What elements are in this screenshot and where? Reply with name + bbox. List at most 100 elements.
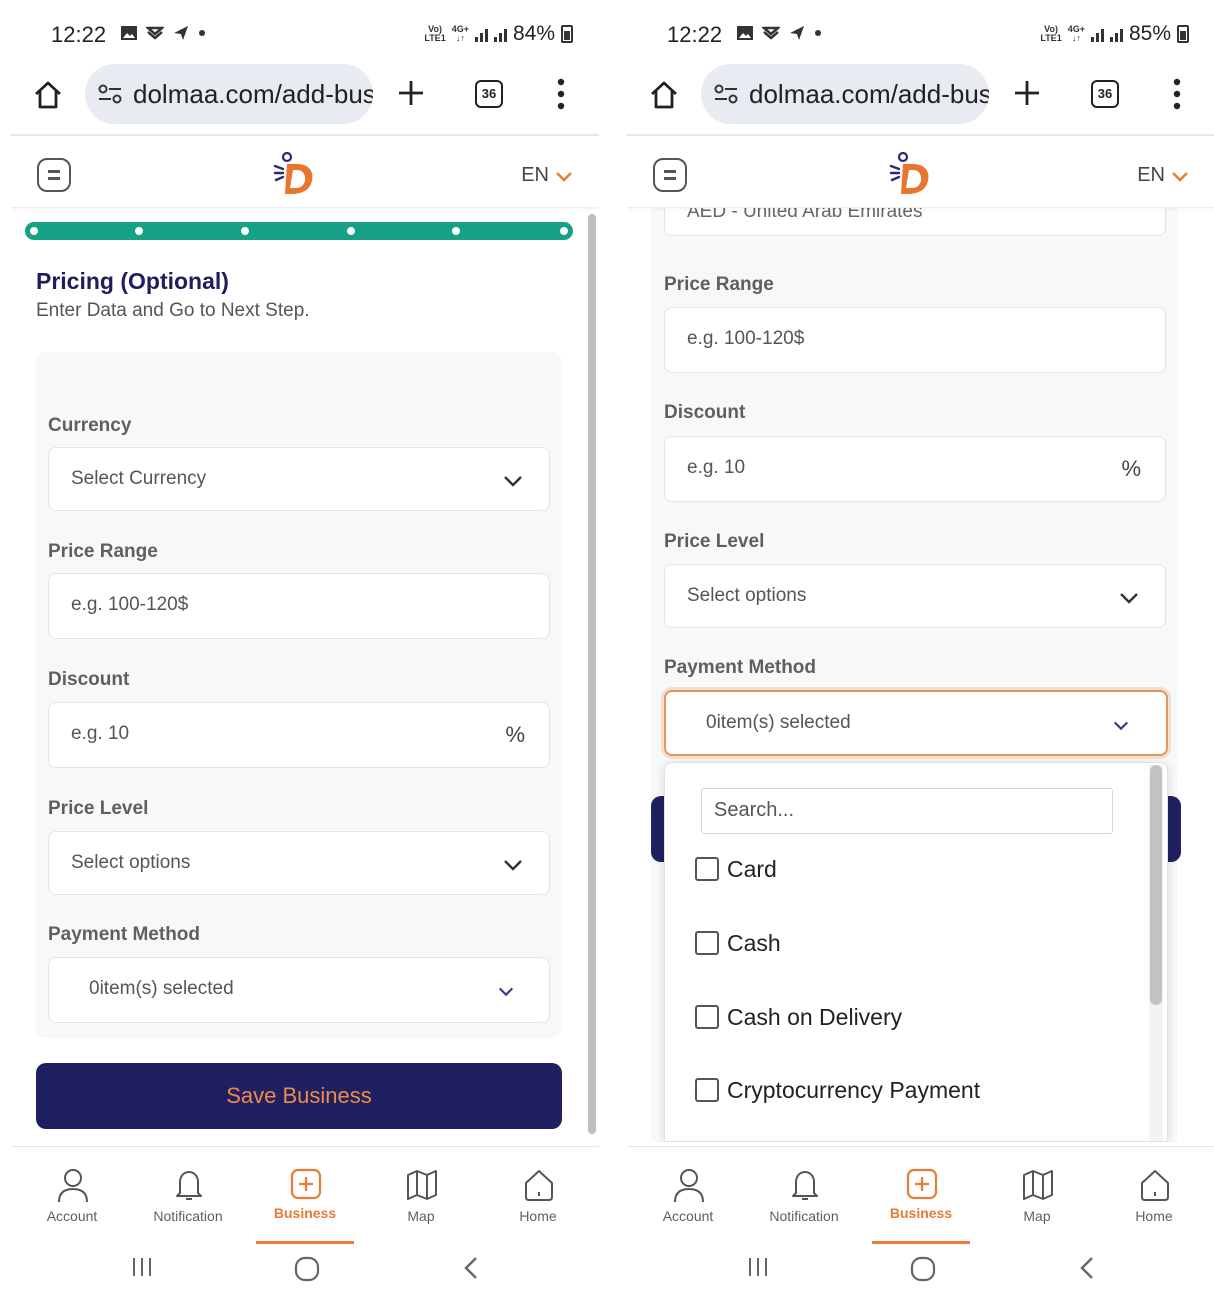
price-range-input[interactable]: e.g. 100-120$ <box>664 307 1166 373</box>
add-business-icon <box>906 1168 938 1200</box>
language-label: EN <box>1137 164 1165 186</box>
option-cryptocurrency[interactable]: Cryptocurrency Payment <box>695 1075 980 1105</box>
payment-method-select[interactable]: 0item(s) selected <box>664 690 1168 756</box>
dot-icon <box>199 30 205 36</box>
home-icon <box>1141 1170 1169 1201</box>
discount-input[interactable]: e.g. 10 % <box>48 702 550 768</box>
new-tab-icon[interactable] <box>396 78 426 108</box>
nav-notification[interactable]: Notification <box>754 1147 854 1243</box>
nav-business[interactable]: Business <box>871 1147 971 1244</box>
status-right: Vo) LTE1 4G+ ↓↑ 84% <box>424 22 573 46</box>
payment-method-select[interactable]: 0item(s) selected <box>48 957 550 1023</box>
home-button-icon[interactable] <box>910 1256 936 1282</box>
currency-select[interactable]: Select Currency <box>48 447 550 511</box>
step-subtitle: Enter Data and Go to Next Step. <box>36 300 310 321</box>
nav-label: Account <box>662 1208 714 1224</box>
price-range-input[interactable]: e.g. 100-120$ <box>48 573 550 639</box>
chevron-down-icon <box>504 476 522 487</box>
discount-input[interactable]: e.g. 10 % <box>664 436 1166 502</box>
discount-placeholder: e.g. 10 <box>71 723 130 744</box>
phone-screen-right: 12:22 Vo) LTE1 4G+ ↓↑ 85% dolmaa.com/add-b… <box>627 10 1214 1291</box>
nav-home[interactable]: Home <box>1104 1147 1204 1243</box>
step-title: Pricing (Optional) <box>36 268 229 294</box>
more-menu-icon[interactable] <box>1172 78 1182 110</box>
currency-value: Select Currency <box>71 468 207 489</box>
phone-screen-left: 12:22 Vo) LTE1 4G+ ↓↑ 84% dolmaa.com/add-b… <box>11 10 599 1291</box>
discount-placeholder: e.g. 10 <box>687 457 746 478</box>
gallery-icon <box>121 26 137 40</box>
tab-switcher-button[interactable]: 36 <box>1091 80 1119 108</box>
currency-select[interactable]: AED - United Arab Emirates <box>664 208 1166 236</box>
app-header: EN <box>627 136 1214 208</box>
checkbox[interactable] <box>695 1005 719 1029</box>
status-notification-icons <box>736 24 822 42</box>
nav-label: Map <box>407 1208 435 1224</box>
nav-account[interactable]: Account <box>638 1147 738 1243</box>
language-selector[interactable]: EN <box>521 164 573 187</box>
status-time: 12:22 <box>51 22 107 47</box>
nav-business[interactable]: Business <box>255 1147 355 1244</box>
address-bar[interactable]: dolmaa.com/add-bus <box>701 64 989 124</box>
option-card[interactable]: Card <box>695 854 777 884</box>
nav-label: Business <box>273 1205 337 1221</box>
new-tab-icon[interactable] <box>1012 78 1042 108</box>
currency-value: AED - United Arab Emirates <box>687 208 923 222</box>
checkbox[interactable] <box>695 1078 719 1102</box>
map-icon <box>407 1170 437 1200</box>
active-indicator <box>872 1241 970 1244</box>
more-menu-icon[interactable] <box>556 78 566 110</box>
option-label: Card <box>727 855 777 882</box>
recents-icon[interactable] <box>747 1256 769 1278</box>
nav-label: Home <box>519 1208 557 1224</box>
nav-notification[interactable]: Notification <box>138 1147 238 1243</box>
price-range-label: Price Range <box>664 274 774 295</box>
tab-switcher-button[interactable]: 36 <box>475 80 503 108</box>
address-bar[interactable]: dolmaa.com/add-bus <box>85 64 373 124</box>
price-range-placeholder: e.g. 100-120$ <box>71 594 189 615</box>
send-icon <box>174 26 188 40</box>
scrollbar[interactable] <box>588 214 596 1134</box>
price-level-value: Select options <box>71 852 191 873</box>
menu-icon[interactable] <box>37 158 71 192</box>
home-button-icon[interactable] <box>294 1256 320 1282</box>
dolmaa-logo[interactable] <box>273 150 317 196</box>
back-icon[interactable] <box>1078 1256 1096 1280</box>
nav-label: Business <box>889 1205 953 1221</box>
4g-icon: 4G+ ↓↑ <box>1067 24 1085 43</box>
back-icon[interactable] <box>462 1256 480 1280</box>
account-icon <box>58 1169 88 1203</box>
price-level-select[interactable]: Select options <box>664 564 1166 628</box>
chevron-down-icon <box>1113 721 1129 731</box>
recents-icon[interactable] <box>131 1256 153 1278</box>
option-cash[interactable]: Cash <box>695 928 781 958</box>
payment-method-value: 0item(s) selected <box>706 712 851 733</box>
nav-home[interactable]: Home <box>488 1147 588 1243</box>
checkbox[interactable] <box>695 931 719 955</box>
nav-map[interactable]: Map <box>987 1147 1087 1243</box>
status-notification-icons <box>120 24 206 42</box>
option-cash-on-delivery[interactable]: Cash on Delivery <box>695 1002 902 1032</box>
home-icon[interactable] <box>33 80 63 110</box>
status-bar: 12:22 Vo) LTE1 4G+ ↓↑ 84% <box>11 10 599 58</box>
percent-suffix: % <box>505 722 525 747</box>
signal-icon <box>1090 26 1104 42</box>
gallery-icon <box>737 26 753 40</box>
nav-label: Map <box>1023 1208 1051 1224</box>
home-icon[interactable] <box>649 80 679 110</box>
dropdown-scrollbar[interactable] <box>1149 765 1163 1141</box>
nav-map[interactable]: Map <box>371 1147 471 1243</box>
checkbox[interactable] <box>695 857 719 881</box>
menu-icon[interactable] <box>653 158 687 192</box>
language-selector[interactable]: EN <box>1137 164 1189 187</box>
nav-label: Home <box>1135 1208 1173 1224</box>
dolmaa-logo[interactable] <box>889 150 933 196</box>
discount-label: Discount <box>664 402 746 423</box>
site-settings-icon[interactable] <box>713 83 739 105</box>
nav-account[interactable]: Account <box>22 1147 122 1243</box>
price-level-select[interactable]: Select options <box>48 831 550 895</box>
nav-label: Notification <box>769 1208 839 1224</box>
status-bar: 12:22 Vo) LTE1 4G+ ↓↑ 85% <box>627 10 1214 58</box>
site-settings-icon[interactable] <box>97 83 123 105</box>
save-business-button[interactable]: Save Business <box>36 1063 562 1129</box>
dropdown-search-input[interactable]: Search... <box>701 788 1113 834</box>
